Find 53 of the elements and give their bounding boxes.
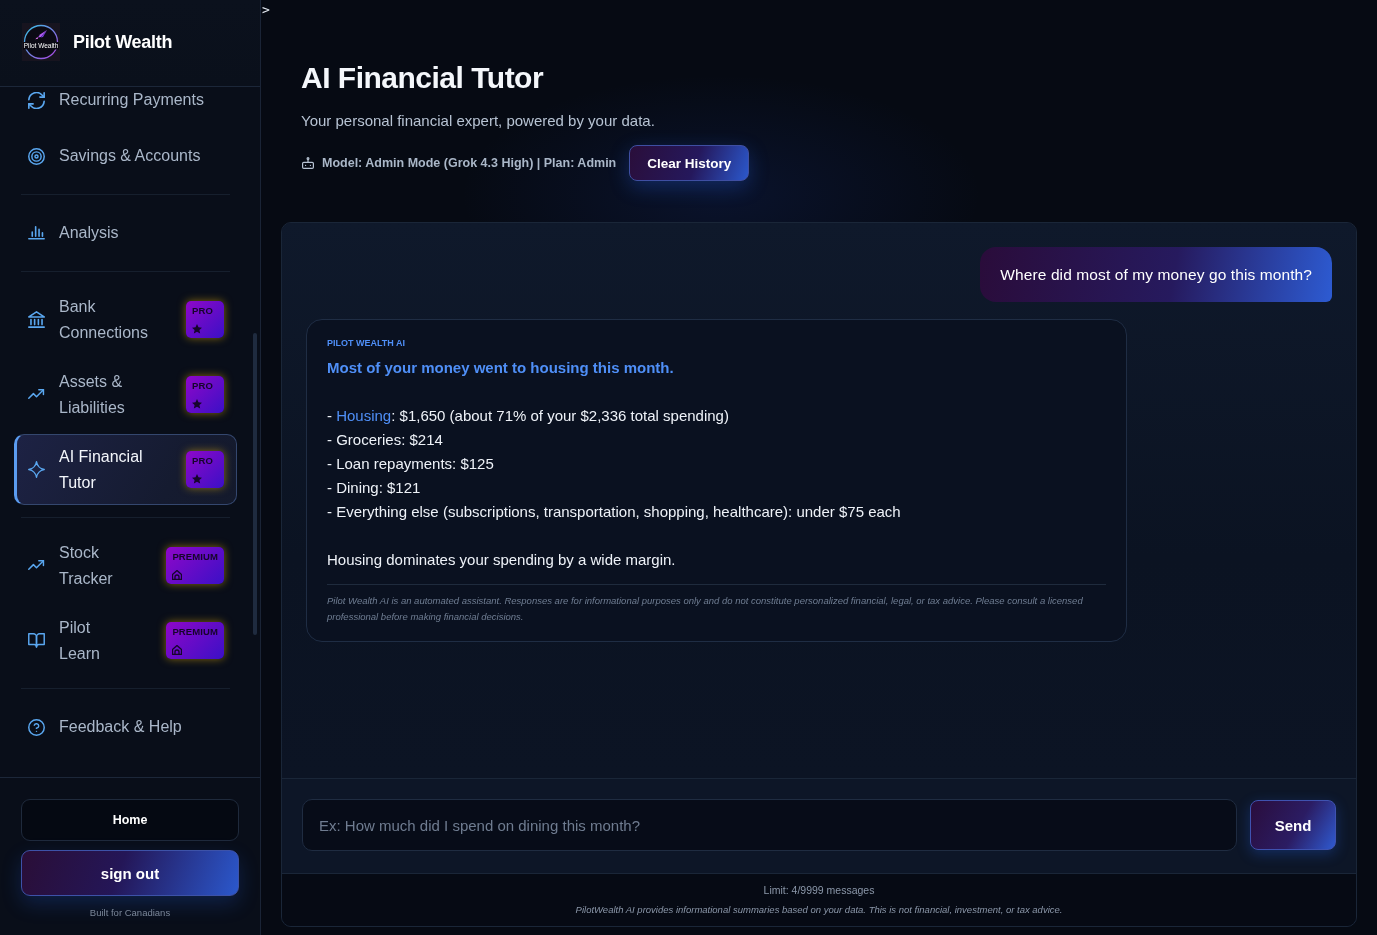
nav-item[interactable]: Bank Connections PRO	[14, 284, 237, 355]
scrollbar-thumb[interactable]	[253, 333, 257, 635]
page-subtitle: Your personal financial expert, powered by your data.	[301, 111, 656, 131]
answer-list-line: - Loan repayments: $125	[327, 454, 495, 474]
tier-label: PREMIUM	[172, 627, 218, 637]
tier-label: PRO	[192, 456, 213, 466]
answer-list-line: - Housing: $1,650 (about 71% of your $2,336 total spending)	[327, 406, 730, 426]
brand-name: Pilot Wealth	[73, 31, 173, 53]
disclaimer-text: Pilot Wealth AI is an automated assistant. Responses are for informational purposes only and do not constitute personalized financial, legal, or tax advice. Please consult a licensed professional before making financial decisions.	[327, 594, 1084, 624]
nav-item[interactable]: Pilot Learn PREMIUM	[14, 605, 237, 676]
nav-item[interactable]: Stock Tracker PREMIUM	[14, 530, 237, 601]
answer-list-line: - Dining: $121	[327, 478, 422, 498]
nav-item[interactable]: Analysis	[14, 207, 237, 259]
nav-item[interactable]: Assets & Liabilities PRO	[14, 359, 237, 430]
robot-icon	[302, 157, 314, 169]
answer-headline: Most of your money went to housing this month.	[327, 358, 675, 378]
tier-label: PRO	[192, 306, 213, 316]
nav-item[interactable]: Recurring Payments	[14, 87, 237, 126]
trend-up-icon	[28, 389, 45, 400]
help-icon	[28, 718, 45, 736]
tier-label: PREMIUM	[172, 552, 218, 562]
trend-up-icon	[28, 560, 45, 571]
bar-chart-icon	[28, 226, 45, 240]
nav-item[interactable]: Feedback & Help	[14, 701, 237, 753]
star-icon	[192, 324, 202, 334]
star-icon	[192, 474, 202, 484]
send-button[interactable]: Send	[1250, 800, 1336, 850]
model-info-text: Model: Admin Mode (Grok 4.3 High) | Plan: Admin	[322, 156, 617, 170]
bank-icon	[28, 311, 45, 328]
star-icon	[192, 399, 202, 409]
answer-summary: Housing dominates your spending by a wide margin.	[327, 550, 677, 570]
house-icon	[172, 570, 183, 580]
sender-label: PILOT WEALTH AI	[327, 337, 406, 349]
page-title: AI Financial Tutor	[301, 60, 545, 96]
tier-label: PRO	[192, 381, 213, 391]
nav-item[interactable]: Savings & Accounts	[14, 130, 237, 182]
answer-list-line: - Groceries: $214	[327, 430, 444, 450]
footer-disclaimer-text: PilotWealth AI provides informational summaries based on your data. This is not financial, investment, or tax advice.	[574, 903, 1064, 917]
user-message-bubble: Where did most of my money go this month?	[980, 247, 1332, 302]
sparkle-icon	[28, 461, 45, 478]
answer-list-line: - Everything else (subscriptions, transportation, shopping, healthcare): under $75 each	[327, 502, 902, 522]
tagline-text: Built for Canadians	[88, 906, 172, 920]
house-icon	[172, 645, 183, 655]
refresh-icon	[28, 91, 45, 109]
home-button[interactable]: Home	[21, 799, 239, 841]
message-input[interactable]: Ex: How much did I spend on dining this month?	[302, 799, 1237, 851]
clear-history-button[interactable]: Clear History	[629, 145, 750, 181]
sidebar-toggle-button[interactable]: >	[261, 0, 270, 20]
book-icon	[28, 633, 45, 648]
sign-out-button[interactable]: sign out	[21, 850, 239, 896]
target-icon	[28, 147, 45, 165]
message-limit-text: Limit: 4/9999 messages	[762, 883, 876, 897]
nav-item[interactable]: AI Financial Tutor PRO	[14, 434, 237, 505]
